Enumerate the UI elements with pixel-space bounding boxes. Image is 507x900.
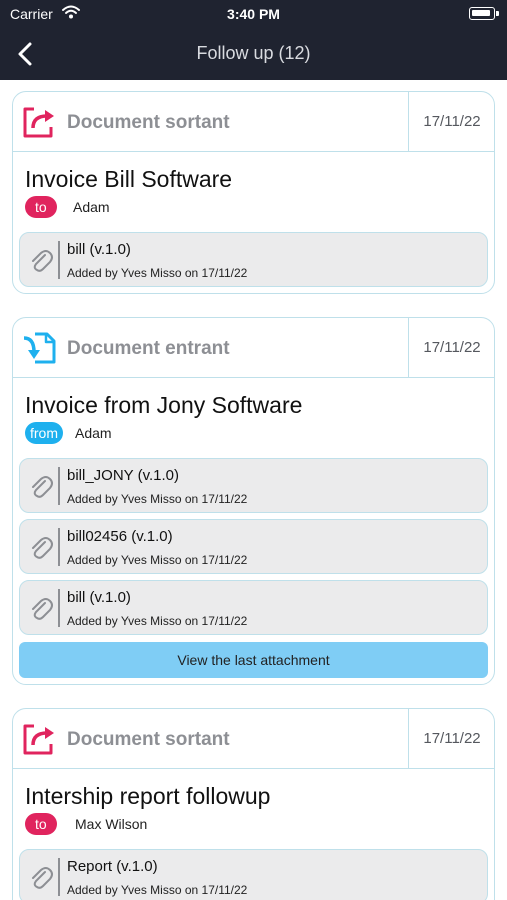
attachment-item[interactable]: bill_JONY (v.1.0) Added by Yves Misso on… (19, 458, 488, 513)
attachment-item[interactable]: Report (v.1.0) Added by Yves Misso on 17… (19, 849, 488, 900)
card-header: Document entrant 17/11/22 (13, 318, 494, 378)
direction-badge: to (25, 196, 57, 218)
card-header: Document sortant 17/11/22 (13, 92, 494, 152)
document-title: Invoice Bill Software (25, 166, 233, 192)
document-title: Invoice from Jony Software (25, 392, 303, 418)
document-type-label: Document entrant (67, 338, 230, 359)
date-cell: 17/11/22 (408, 318, 494, 378)
document-type-label: Document sortant (67, 112, 230, 133)
document-type-label: Document sortant (67, 729, 230, 750)
attachment-divider (58, 467, 60, 505)
attachment-meta: Added by Yves Misso on 17/11/22 (67, 883, 248, 897)
page-title: Follow up (12) (196, 43, 311, 63)
paperclip-icon (32, 537, 53, 559)
attachment-item[interactable]: bill (v.1.0) Added by Yves Misso on 17/1… (19, 232, 488, 287)
follow-up-card[interactable]: Document sortant 17/11/22 Intership repo… (12, 708, 495, 900)
outgoing-document-icon (23, 107, 54, 138)
battery-icon (469, 7, 499, 20)
document-date: 17/11/22 (423, 113, 481, 130)
paperclip-icon (32, 867, 53, 889)
attachment-item[interactable]: bill02456 (v.1.0) Added by Yves Misso on… (19, 519, 488, 574)
document-date: 17/11/22 (423, 730, 481, 747)
status-bar: Carrier 3:40 PM (0, 0, 507, 28)
attachment-item[interactable]: bill (v.1.0) Added by Yves Misso on 17/1… (19, 580, 488, 635)
recipient-name: Max Wilson (75, 816, 148, 832)
navigation-bar: Follow up (12) (0, 28, 507, 80)
attachment-meta: Added by Yves Misso on 17/11/22 (67, 614, 248, 628)
direction-badge: to (25, 813, 57, 835)
document-date: 17/11/22 (423, 339, 481, 356)
date-cell: 17/11/22 (408, 92, 494, 152)
status-time: 3:40 PM (227, 6, 280, 22)
date-cell: 17/11/22 (408, 709, 494, 769)
follow-up-card[interactable]: Document entrant 17/11/22 Invoice from J… (12, 317, 495, 685)
follow-up-card[interactable]: Document sortant 17/11/22 Invoice Bill S… (12, 91, 495, 294)
attachment-name: bill (v.1.0) (67, 241, 131, 258)
follow-up-list[interactable]: Document sortant 17/11/22 Invoice Bill S… (0, 80, 507, 900)
attachment-name: bill (v.1.0) (67, 589, 131, 606)
attachment-divider (58, 858, 60, 896)
recipient-name: Adam (73, 199, 110, 215)
attachment-meta: Added by Yves Misso on 17/11/22 (67, 266, 248, 280)
attachment-meta: Added by Yves Misso on 17/11/22 (67, 553, 248, 567)
attachment-name: Report (v.1.0) (67, 858, 158, 875)
attachment-meta: Added by Yves Misso on 17/11/22 (67, 492, 248, 506)
document-title: Intership report followup (25, 783, 271, 809)
paperclip-icon (32, 476, 53, 498)
attachment-divider (58, 528, 60, 566)
sender-name: Adam (75, 425, 112, 441)
paperclip-icon (32, 598, 53, 620)
card-header: Document sortant 17/11/22 (13, 709, 494, 769)
paperclip-icon (32, 250, 53, 272)
attachment-name: bill02456 (v.1.0) (67, 528, 173, 545)
attachment-name: bill_JONY (v.1.0) (67, 467, 179, 484)
view-last-attachment-button[interactable]: View the last attachment (19, 642, 488, 678)
outgoing-document-icon (23, 724, 54, 755)
attachment-divider (58, 589, 60, 627)
direction-badge: from (25, 422, 63, 444)
incoming-document-icon (23, 332, 56, 364)
attachment-divider (58, 241, 60, 279)
